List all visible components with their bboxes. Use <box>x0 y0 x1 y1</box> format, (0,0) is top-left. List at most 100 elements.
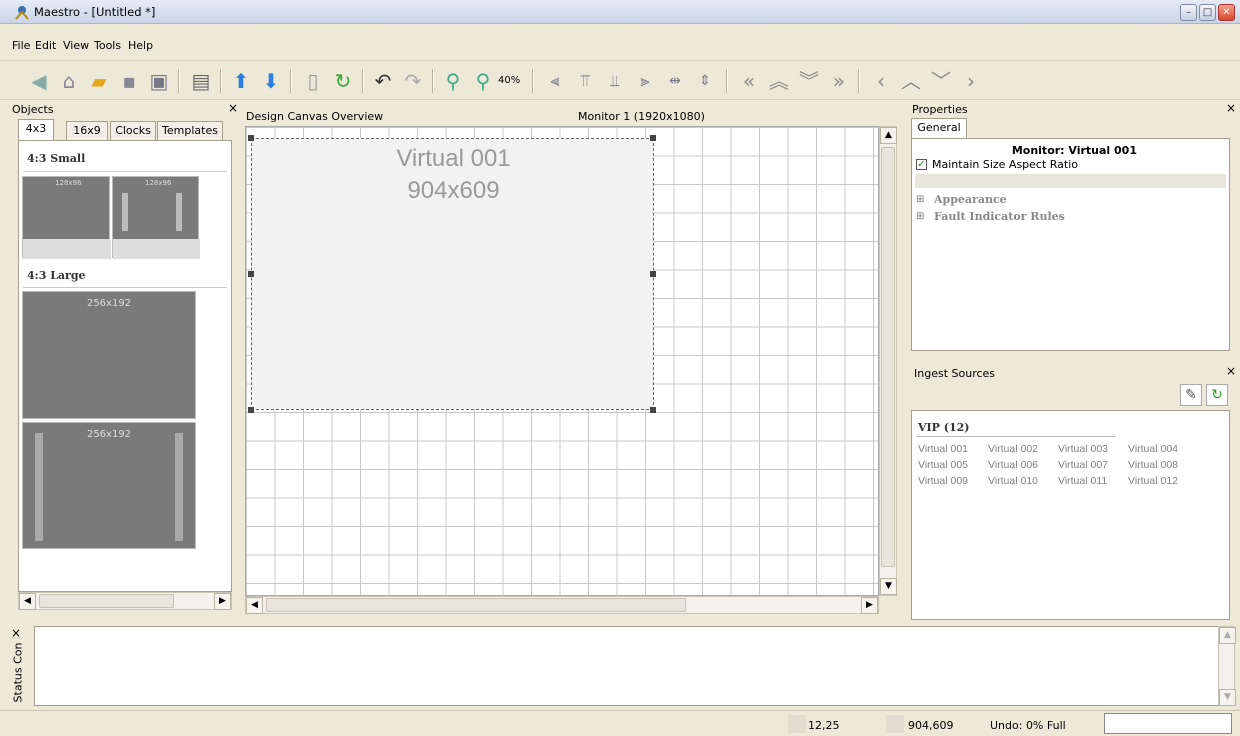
ingest-source[interactable]: Virtual 002 <box>988 443 1038 455</box>
nudge-right-icon[interactable]: › <box>958 68 984 94</box>
nudge-up-icon[interactable]: ︿ <box>898 68 924 94</box>
save-as-icon[interactable]: ▣ <box>146 68 172 94</box>
scroll-up-icon[interactable]: ▲ <box>880 127 897 144</box>
expand-appearance-icon[interactable]: ⊞ <box>916 194 924 205</box>
ingest-source[interactable]: Virtual 003 <box>1058 443 1108 455</box>
center-horizontal-icon[interactable]: ⇹ <box>662 68 688 94</box>
group-appearance[interactable]: Appearance <box>934 193 1007 206</box>
canvas-hscrollbar[interactable]: ◀ ▶ <box>245 596 879 614</box>
zoom-out-icon[interactable]: ⚲ <box>470 68 496 94</box>
tab-4x3[interactable]: 4x3 <box>18 119 54 141</box>
back-icon[interactable]: ◀ <box>26 68 52 94</box>
tab-general[interactable]: General <box>911 118 967 139</box>
ingest-source[interactable]: Virtual 012 <box>1128 475 1178 487</box>
close-button[interactable]: ✕ <box>1218 4 1235 21</box>
nudge-left-icon[interactable]: ‹ <box>868 68 894 94</box>
ingest-source[interactable]: Virtual 001 <box>918 443 968 455</box>
aspect-ratio-checkbox[interactable]: ✓ <box>916 159 927 170</box>
zoom-in-icon[interactable]: ⚲ <box>440 68 466 94</box>
section-4x3-small: 4:3 Small <box>27 152 86 165</box>
object-thumb-small-1[interactable]: 128x96 <box>22 176 111 259</box>
minimize-button[interactable]: – <box>1180 4 1197 21</box>
home-icon[interactable]: ⌂ <box>56 68 82 94</box>
menu-file[interactable]: File <box>12 39 30 52</box>
refresh-icon[interactable]: ↻ <box>330 68 356 94</box>
title-bar: Maestro - [Untitled *] – □ ✕ <box>0 0 1240 24</box>
ingest-close-icon[interactable]: × <box>1226 364 1236 378</box>
scroll-left-icon[interactable]: ◀ <box>246 597 263 614</box>
ingest-source[interactable]: Virtual 007 <box>1058 459 1108 471</box>
properties-panel-title: Properties <box>912 103 968 116</box>
menu-tools[interactable]: Tools <box>94 39 121 52</box>
scroll-right-icon[interactable]: ▶ <box>861 597 878 614</box>
object-thumb-large-2[interactable]: 256x192 <box>22 422 196 549</box>
selection-size: 904,609 <box>908 719 954 732</box>
properties-header: Monitor: Virtual 001 <box>1011 144 1137 157</box>
resize-handle-ne[interactable] <box>650 135 656 141</box>
properties-grid: Monitor: Virtual 001 ✓ Maintain Size Asp… <box>911 138 1230 351</box>
resize-handle-w[interactable] <box>248 271 254 277</box>
aspect-ratio-label: Maintain Size Aspect Ratio <box>932 158 1079 171</box>
send-to-back-icon[interactable]: « <box>736 68 762 94</box>
ingest-source[interactable]: Virtual 006 <box>988 459 1038 471</box>
undo-icon[interactable]: ↶ <box>370 68 396 94</box>
save-icon[interactable]: ▪ <box>116 68 142 94</box>
edit-pencil-icon[interactable]: ✎ <box>1180 384 1202 406</box>
menu-edit[interactable]: Edit <box>35 39 56 52</box>
expand-fault-rules-icon[interactable]: ⊞ <box>916 211 924 222</box>
bring-forward-icon[interactable]: ︾ <box>796 68 822 94</box>
status-console-close-icon[interactable]: × <box>11 626 21 640</box>
object-thumb-small-2[interactable]: 128x96 <box>112 176 200 259</box>
ingest-group-vip: VIP (12) <box>918 421 970 434</box>
undo-progress-bar <box>1104 713 1232 734</box>
group-fault-indicator-rules[interactable]: Fault Indicator Rules <box>934 210 1065 223</box>
status-console-vscrollbar[interactable]: ▲ ▼ <box>1218 626 1236 706</box>
scroll-up-icon[interactable]: ▲ <box>1219 627 1236 644</box>
clipboard-icon[interactable]: ▤ <box>188 68 214 94</box>
align-top-icon[interactable]: ⫪ <box>572 68 598 94</box>
resize-handle-sw[interactable] <box>248 407 254 413</box>
ingest-source[interactable]: Virtual 004 <box>1128 443 1178 455</box>
canvas-vscrollbar[interactable]: ▲ ▼ <box>879 126 897 596</box>
properties-close-icon[interactable]: × <box>1226 101 1236 115</box>
monitor-label: Monitor 1 (1920x1080) <box>578 110 705 123</box>
scroll-right-icon[interactable]: ▶ <box>214 593 231 610</box>
move-up-icon[interactable]: ⬆ <box>228 68 254 94</box>
menu-view[interactable]: View <box>63 39 89 52</box>
maximize-button[interactable]: □ <box>1199 4 1216 21</box>
nudge-down-icon[interactable]: ﹀ <box>928 68 954 94</box>
cursor-position: 12,25 <box>808 719 840 732</box>
ingest-source[interactable]: Virtual 009 <box>918 475 968 487</box>
new-page-icon[interactable]: ▯ <box>300 68 326 94</box>
scroll-down-icon[interactable]: ▼ <box>1219 689 1236 706</box>
resize-handle-nw[interactable] <box>248 135 254 141</box>
toolbar: ◀ ⌂ ▰ ▪ ▣ ▤ ⬆ ⬇ ▯ ↻ ↶ ↷ ⚲ ⚲ 40% ⫷ ⫪ ⫫ ⫸ … <box>0 60 1240 100</box>
send-backward-icon[interactable]: ︽ <box>766 68 792 94</box>
resize-handle-e[interactable] <box>650 271 656 277</box>
ingest-sources-list: VIP (12) Virtual 001 Virtual 002 Virtual… <box>911 410 1230 620</box>
center-vertical-icon[interactable]: ⇕ <box>692 68 718 94</box>
ingest-source[interactable]: Virtual 005 <box>918 459 968 471</box>
ingest-source[interactable]: Virtual 010 <box>988 475 1038 487</box>
tab-clocks[interactable]: Clocks <box>110 121 156 140</box>
undo-status: Undo: 0% Full <box>990 719 1066 732</box>
align-right-icon[interactable]: ⫸ <box>632 68 658 94</box>
ingest-source[interactable]: Virtual 008 <box>1128 459 1178 471</box>
redo-icon[interactable]: ↷ <box>400 68 426 94</box>
resize-handle-se[interactable] <box>650 407 656 413</box>
tab-templates[interactable]: Templates <box>157 121 223 140</box>
align-bottom-icon[interactable]: ⫫ <box>602 68 628 94</box>
align-left-icon[interactable]: ⫷ <box>542 68 568 94</box>
open-folder-icon[interactable]: ▰ <box>86 68 112 94</box>
scroll-left-icon[interactable]: ◀ <box>19 593 36 610</box>
move-down-icon[interactable]: ⬇ <box>258 68 284 94</box>
tab-16x9[interactable]: 16x9 <box>66 121 108 140</box>
ingest-source[interactable]: Virtual 011 <box>1058 475 1107 487</box>
bring-to-front-icon[interactable]: » <box>826 68 852 94</box>
object-thumb-large-1[interactable]: 256x192 <box>22 291 196 419</box>
selected-virtual-monitor[interactable]: Virtual 001 904x609 <box>251 138 654 410</box>
refresh-icon[interactable]: ↻ <box>1206 384 1228 406</box>
objects-hscrollbar[interactable]: ◀ ▶ <box>18 592 232 610</box>
scroll-down-icon[interactable]: ▼ <box>880 578 897 595</box>
menu-help[interactable]: Help <box>128 39 153 52</box>
